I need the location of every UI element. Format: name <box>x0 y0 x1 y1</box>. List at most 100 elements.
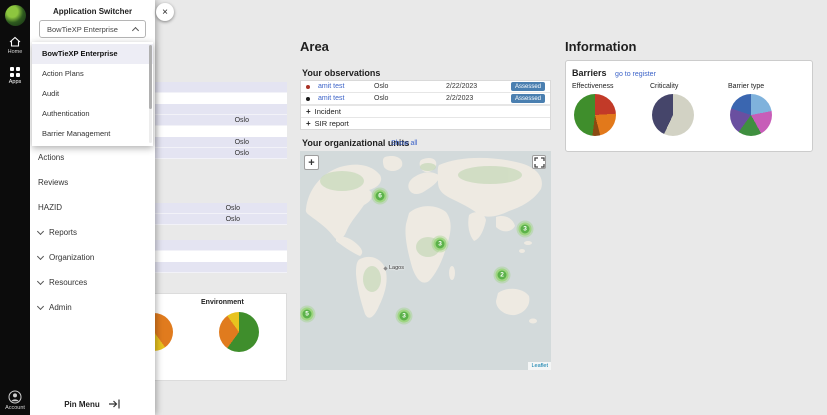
rail-item-home[interactable]: Home <box>8 36 23 55</box>
account-icon <box>8 390 22 404</box>
world-map-graphic <box>300 151 551 370</box>
map-city-label: Lagos <box>384 265 404 271</box>
chart-label: Effectiveness <box>572 83 650 90</box>
effectiveness-chart: Effectiveness <box>572 83 650 136</box>
option-barrier-management[interactable]: Barrier Management <box>32 124 153 144</box>
page-title-information: Information <box>565 39 637 54</box>
fullscreen-icon <box>534 157 545 168</box>
status-badge: Assessed <box>511 82 545 91</box>
observation-link[interactable]: amit test <box>318 83 374 90</box>
chart-label: Barrier type <box>728 83 806 90</box>
chevron-down-icon <box>37 302 44 309</box>
application-select-value: BowTieXP Enterprise <box>47 25 118 34</box>
rail-apps-label: Apps <box>9 79 22 85</box>
menu-item-organization[interactable]: Organization <box>30 245 155 270</box>
scrollbar-thumb[interactable] <box>149 45 152 109</box>
map-cluster-marker[interactable]: 5 <box>301 308 314 321</box>
barrier-type-chart: Barrier type <box>728 83 806 136</box>
observation-link[interactable]: amit test <box>318 95 374 102</box>
barriers-title: Barriers <box>572 68 607 78</box>
pin-menu-label: Pin Menu <box>64 400 100 409</box>
rail-item-apps[interactable]: Apps <box>9 67 22 85</box>
city-name: Lagos <box>389 265 404 271</box>
status-dot <box>306 85 310 89</box>
close-menu-button[interactable]: × <box>156 3 174 21</box>
map-cluster-marker[interactable]: 3 <box>398 310 411 323</box>
application-options-popup: BowTieXP Enterprise Action Plans Audit A… <box>32 42 153 146</box>
rail-home-label: Home <box>8 49 23 55</box>
unit-cell: Oslo <box>226 205 240 212</box>
menu-item-label: HAZID <box>38 203 62 212</box>
options-scrollbar[interactable] <box>149 45 152 143</box>
page-title-area: Area <box>300 39 329 54</box>
chart-label: Criticality <box>650 83 728 90</box>
observations-title: Your observations <box>302 68 380 78</box>
menu-item-reviews[interactable]: Reviews <box>30 170 155 195</box>
map-fullscreen-button[interactable] <box>532 155 546 169</box>
chevron-down-icon <box>37 277 44 284</box>
observation-row[interactable]: amit test Oslo 2/22/2023 Assessed <box>301 81 550 93</box>
unit-cell: Oslo <box>235 139 249 146</box>
environment-label: Environment <box>201 299 244 306</box>
effectiveness-pie <box>574 94 616 136</box>
option-action-plans[interactable]: Action Plans <box>32 64 153 84</box>
map-cluster-marker[interactable]: 3 <box>519 223 532 236</box>
add-sir-report-row[interactable]: + SIR report <box>301 117 550 129</box>
option-audit[interactable]: Audit <box>32 84 153 104</box>
map-cluster-marker[interactable]: 2 <box>496 269 509 282</box>
map-cluster-marker[interactable]: 6 <box>374 190 387 203</box>
bowtiexp-logo-icon <box>5 5 26 26</box>
observations-table: amit test Oslo 2/22/2023 Assessed amit t… <box>300 80 551 130</box>
menu-item-admin[interactable]: Admin <box>30 295 155 320</box>
criticality-pie <box>652 94 694 136</box>
add-incident-label: Incident <box>315 107 341 116</box>
menu-item-label: Reports <box>49 228 77 237</box>
menu-item-label: Actions <box>38 153 64 162</box>
option-authentication[interactable]: Authentication <box>32 104 153 124</box>
map-cluster-marker[interactable]: 3 <box>434 238 447 251</box>
add-sir-report-label: SIR report <box>315 119 349 128</box>
navigation-menu: Actions Reviews HAZID Reports Organizati… <box>30 145 155 320</box>
rail-item-account[interactable]: Account <box>5 390 25 411</box>
add-incident-row[interactable]: + Incident <box>301 105 550 117</box>
observation-unit: Oslo <box>374 95 446 102</box>
menu-item-label: Organization <box>49 253 94 262</box>
barriers-header: Barriers go to register <box>566 61 812 78</box>
map-zoom-in-button[interactable]: + <box>304 155 319 170</box>
menu-item-label: Admin <box>49 303 72 312</box>
menu-item-actions[interactable]: Actions <box>30 145 155 170</box>
home-icon <box>9 36 21 47</box>
status-badge: Assessed <box>511 94 545 103</box>
menu-item-hazid[interactable]: HAZID <box>30 195 155 220</box>
application-switcher-title: Application Switcher <box>30 0 155 16</box>
application-select[interactable]: BowTieXP Enterprise <box>39 20 146 38</box>
observation-row[interactable]: amit test Oslo 2/2/2023 Assessed <box>301 93 550 105</box>
observation-date: 2/2/2023 <box>446 95 508 102</box>
go-to-register-link[interactable]: go to register <box>615 71 656 78</box>
chevron-down-icon <box>37 252 44 259</box>
pin-menu-icon <box>109 399 121 409</box>
criticality-chart: Criticality <box>650 83 728 136</box>
unit-cell: Oslo <box>226 216 240 223</box>
option-bowtiexp-enterprise[interactable]: BowTieXP Enterprise <box>32 44 153 64</box>
org-units-map[interactable]: + 6 3 3 2 3 5 Lagos Leaflet <box>300 151 551 370</box>
pin-menu-button[interactable]: Pin Menu <box>30 399 155 409</box>
unit-cell: Oslo <box>235 150 249 157</box>
barrier-charts: Effectiveness Criticality Barrier type <box>566 78 812 136</box>
unit-cell: Oslo <box>235 117 249 124</box>
application-switcher-panel: Application Switcher BowTieXP Enterprise… <box>30 0 155 415</box>
menu-item-label: Reviews <box>38 178 68 187</box>
menu-item-label: Resources <box>49 278 87 287</box>
plus-icon: + <box>306 107 311 116</box>
menu-item-reports[interactable]: Reports <box>30 220 155 245</box>
observation-unit: Oslo <box>374 83 446 90</box>
apps-grid-icon <box>10 67 20 77</box>
map-attribution[interactable]: Leaflet <box>528 362 551 370</box>
plus-icon: + <box>306 119 311 128</box>
city-marker-icon <box>383 266 387 270</box>
show-all-link[interactable]: Show all <box>391 140 417 147</box>
rail-account-label: Account <box>5 405 25 411</box>
menu-item-resources[interactable]: Resources <box>30 270 155 295</box>
chevron-up-icon <box>132 27 139 34</box>
status-dot <box>306 97 310 101</box>
